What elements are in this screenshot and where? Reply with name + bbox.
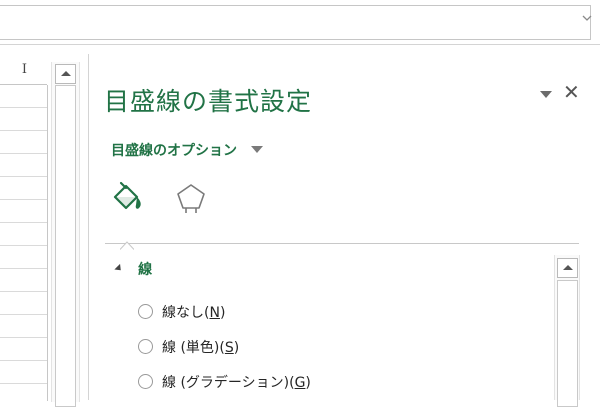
- selected-tab-indicator: [119, 235, 135, 250]
- arrow-up-icon: [61, 71, 71, 76]
- section-line-header[interactable]: 線: [114, 259, 153, 279]
- radio-label: 線なし(N): [162, 305, 226, 321]
- pentagon-icon: [173, 184, 209, 220]
- formula-bar: [0, 0, 600, 45]
- worksheet: I: [0, 54, 86, 407]
- section-label: 線: [138, 262, 153, 278]
- tab-divider: [105, 243, 579, 244]
- pane-options-dropdown-icon[interactable]: [540, 91, 552, 98]
- radio-no-line[interactable]: 線なし(N): [138, 302, 225, 322]
- arrow-up-icon: [563, 265, 573, 270]
- format-gridlines-pane: 目盛線の書式設定 ✕ 目盛線のオプション 線 線なし(N) 線 (単色)(S) …: [88, 54, 600, 407]
- formula-input[interactable]: [0, 5, 591, 40]
- radio-circle[interactable]: [138, 374, 153, 389]
- radio-circle[interactable]: [138, 339, 153, 354]
- sheet-scrollbar[interactable]: [51, 62, 80, 407]
- cell-grid[interactable]: [0, 85, 48, 401]
- tab-effects[interactable]: [173, 180, 209, 216]
- scroll-thumb[interactable]: [55, 85, 76, 407]
- column-header[interactable]: I: [0, 58, 47, 85]
- chevron-down-icon: [251, 146, 264, 153]
- radio-solid-line[interactable]: 線 (単色)(S): [138, 337, 239, 357]
- gridline-options-dropdown[interactable]: 目盛線のオプション: [111, 140, 264, 160]
- collapse-caret-icon: [114, 263, 124, 274]
- scroll-up-button[interactable]: [55, 64, 76, 84]
- radio-gradient-line[interactable]: 線 (グラデーション)(G): [138, 372, 311, 392]
- scroll-thumb[interactable]: [557, 280, 578, 407]
- options-label: 目盛線のオプション: [111, 143, 237, 159]
- pane-scrollbar[interactable]: [554, 255, 580, 407]
- radio-label: 線 (グラデーション)(G): [162, 375, 311, 391]
- radio-circle[interactable]: [138, 304, 153, 319]
- tab-fill-line[interactable]: [109, 180, 145, 216]
- pane-title: 目盛線の書式設定: [104, 87, 313, 116]
- paint-bucket-icon: [109, 181, 145, 220]
- close-icon[interactable]: ✕: [563, 80, 580, 104]
- radio-label: 線 (単色)(S): [162, 340, 240, 356]
- column-header-label: I: [21, 62, 27, 77]
- chevron-down-icon[interactable]: [582, 12, 592, 25]
- scroll-up-button[interactable]: [557, 258, 578, 278]
